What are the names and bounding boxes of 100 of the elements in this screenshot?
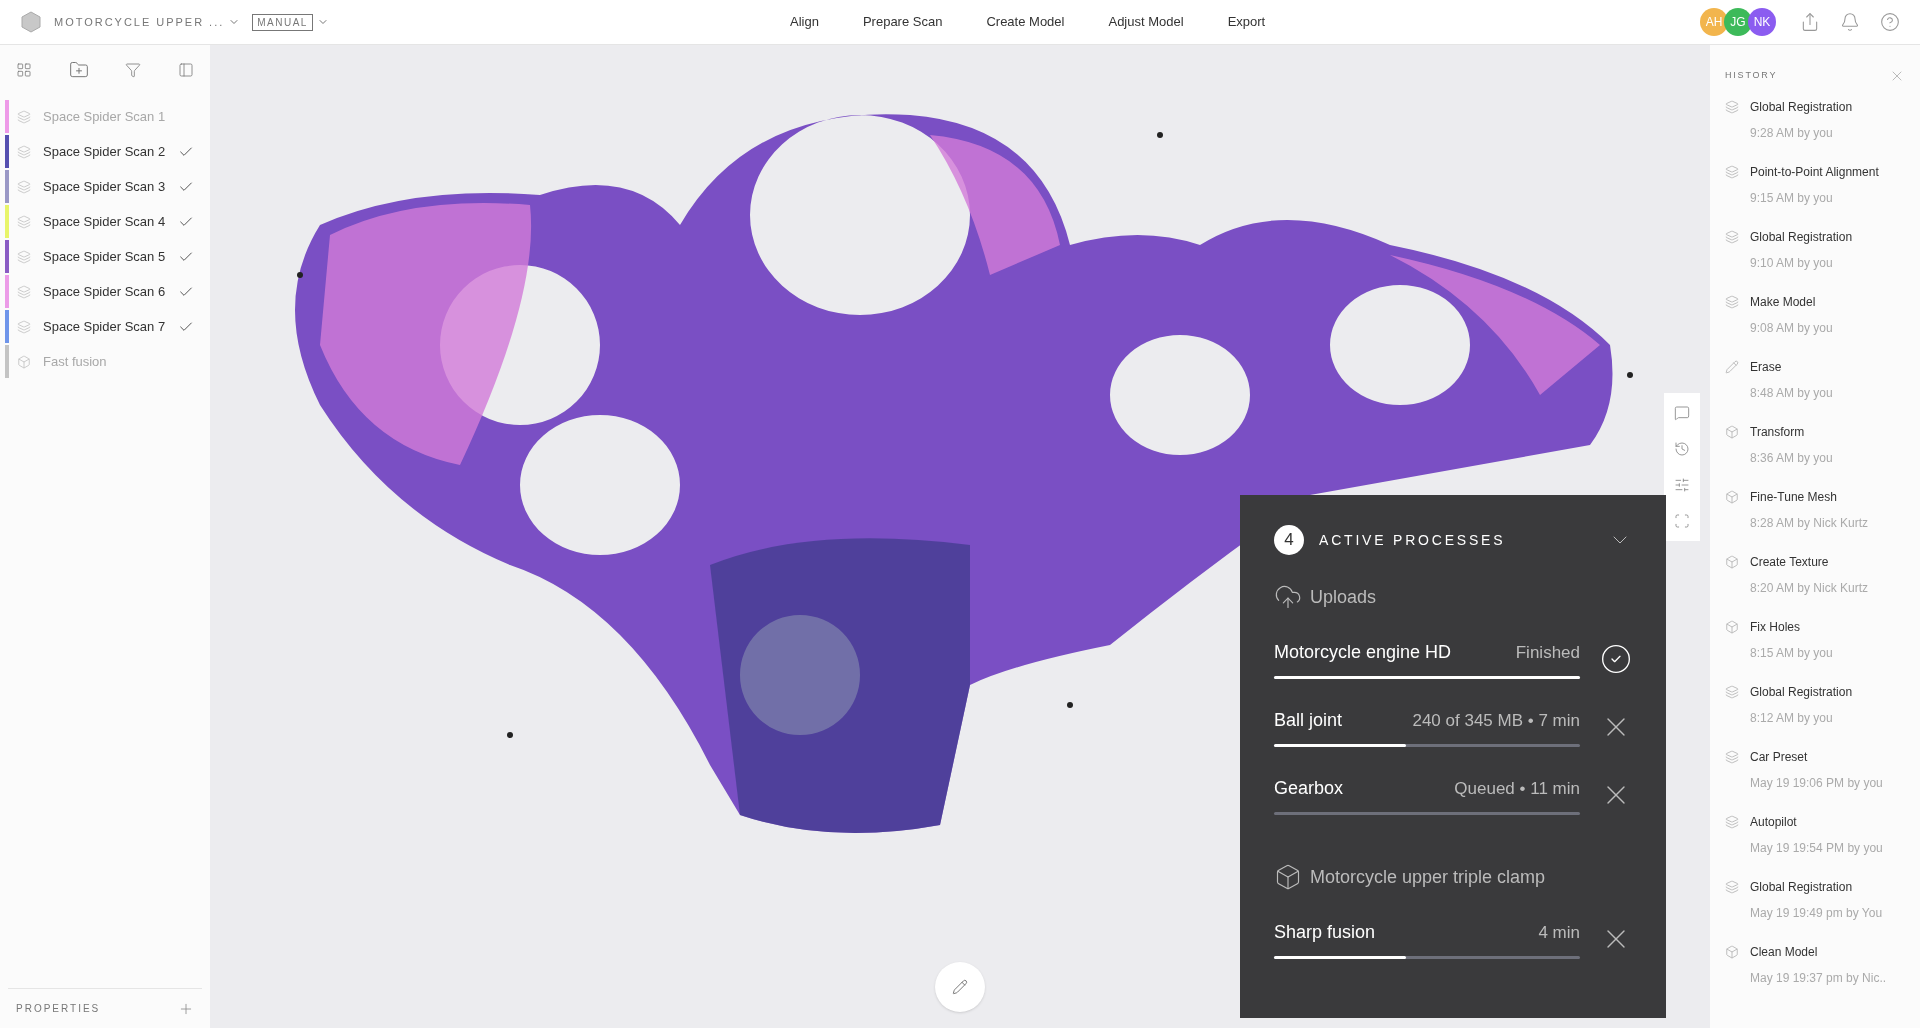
layers-icon: [1725, 750, 1739, 764]
history-meta: 8:12 AM by you: [1750, 710, 1834, 727]
history-item[interactable]: Global Registration 9:28 AM by you: [1725, 96, 1905, 161]
scan-name: Space Spider Scan 2: [43, 142, 167, 161]
scan-name: Space Spider Scan 4: [43, 212, 167, 231]
history-action: Erase: [1750, 359, 1783, 376]
grid-icon[interactable]: [16, 62, 32, 78]
history-meta: 8:36 AM by you: [1750, 450, 1833, 467]
history-item[interactable]: Autopilot May 19 19:54 PM by you: [1725, 811, 1905, 876]
history-item[interactable]: Create Texture 8:20 AM by Nick Kurtz: [1725, 551, 1905, 616]
scan-list-item[interactable]: Space Spider Scan 4: [0, 204, 210, 239]
history-meta: 9:08 AM by you: [1750, 320, 1833, 337]
cube-icon: [1725, 945, 1739, 959]
nav-link[interactable]: Create Model: [986, 12, 1065, 32]
process-name: Ball joint: [1274, 709, 1343, 732]
history-meta: May 19 19:06 PM by you: [1750, 775, 1883, 792]
process-name: Gearbox: [1274, 777, 1344, 800]
history-action: Make Model: [1750, 294, 1817, 311]
scan-list-item[interactable]: Space Spider Scan 2: [0, 134, 210, 169]
layers-icon: [17, 214, 31, 229]
edit-button[interactable]: [935, 962, 985, 1012]
scan-list-item[interactable]: Space Spider Scan 6: [0, 274, 210, 309]
history-meta: May 19 19:54 PM by you: [1750, 840, 1883, 857]
layers-icon: [17, 109, 31, 124]
history-item[interactable]: Transform 8:36 AM by you: [1725, 421, 1905, 486]
nav-link[interactable]: Align: [790, 12, 819, 32]
project-menu[interactable]: MOTORCYCLE UPPER ...: [54, 13, 241, 31]
filter-icon[interactable]: [125, 62, 142, 78]
cube-icon: [1274, 863, 1302, 891]
layers-icon: [1725, 880, 1739, 894]
layers-icon: [1725, 100, 1739, 114]
logo-icon: [20, 11, 42, 33]
user-avatar[interactable]: NK: [1748, 8, 1776, 36]
share-icon[interactable]: [1800, 12, 1820, 32]
history-meta: 8:48 AM by you: [1750, 385, 1833, 402]
process-status: Queued • 11 min: [1454, 778, 1580, 800]
history-meta: 8:15 AM by you: [1750, 645, 1833, 662]
focus-icon[interactable]: [1674, 513, 1690, 529]
layers-icon: [1725, 230, 1739, 244]
history-item[interactable]: Fix Holes 8:15 AM by you: [1725, 616, 1905, 681]
history-item[interactable]: Clean Model May 19 19:37 pm by Nic..: [1725, 941, 1905, 1006]
history-icon[interactable]: [1674, 441, 1690, 457]
history-item[interactable]: Car Preset May 19 19:06 PM by you: [1725, 746, 1905, 811]
help-icon[interactable]: [1880, 12, 1900, 32]
history-action: Fine-Tune Mesh: [1750, 489, 1838, 506]
cube-icon: [17, 354, 31, 369]
scan-name: Space Spider Scan 5: [43, 247, 167, 266]
history-action: Car Preset: [1750, 749, 1809, 766]
history-action: Global Registration: [1750, 684, 1853, 701]
folder-add-icon[interactable]: [68, 60, 89, 80]
layers-icon: [17, 284, 31, 299]
history-action: Point-to-Point Alignment: [1750, 164, 1879, 181]
scan-name: Fast fusion: [43, 352, 108, 371]
history-item[interactable]: Global Registration 8:12 AM by you: [1725, 681, 1905, 746]
process-status: 4 min: [1538, 922, 1580, 944]
sliders-icon[interactable]: [1674, 477, 1690, 493]
process-name: Motorcycle engine HD: [1274, 641, 1452, 664]
history-item[interactable]: Global Registration May 19 19:49 pm by You: [1725, 876, 1905, 941]
scan-list-item[interactable]: Space Spider Scan 5: [0, 239, 210, 274]
process-count-badge: 4: [1274, 525, 1304, 555]
history-action: Global Registration: [1750, 229, 1853, 246]
history-action: Fix Holes: [1750, 619, 1801, 636]
history-meta: May 19 19:37 pm by Nic..: [1750, 970, 1887, 987]
notifications-icon[interactable]: [1840, 12, 1860, 32]
layers-icon: [17, 179, 31, 194]
scan-name: Space Spider Scan 1: [43, 107, 167, 126]
history-item[interactable]: Make Model 9:08 AM by you: [1725, 291, 1905, 356]
scan-name: Space Spider Scan 7: [43, 317, 167, 336]
process-status: 240 of 345 MB • 7 min: [1412, 710, 1580, 732]
group-label: Motorcycle upper triple clamp: [1310, 865, 1546, 889]
history-meta: 9:10 AM by you: [1750, 255, 1834, 272]
nav-link[interactable]: Prepare Scan: [862, 12, 943, 32]
scan-list-item[interactable]: Space Spider Scan 7: [0, 309, 210, 344]
group-label: Uploads: [1310, 585, 1377, 609]
layers-icon: [17, 249, 31, 264]
nav-link[interactable]: Export: [1227, 12, 1266, 32]
history-item[interactable]: Fine-Tune Mesh 8:28 AM by Nick Kurtz: [1725, 486, 1905, 551]
history-action: Transform: [1750, 424, 1806, 441]
nav-link[interactable]: Adjust Model: [1108, 12, 1184, 32]
process-name: Sharp fusion: [1274, 921, 1376, 944]
layers-icon: [1725, 685, 1739, 699]
scan-list-item[interactable]: Space Spider Scan 3: [0, 169, 210, 204]
layers-icon: [1725, 815, 1739, 829]
comment-icon[interactable]: [1674, 405, 1690, 421]
history-item[interactable]: Point-to-Point Alignment 9:15 AM by you: [1725, 161, 1905, 226]
history-action: Global Registration: [1750, 99, 1853, 116]
scan-name: Space Spider Scan 6: [43, 282, 167, 301]
history-action: Clean Model: [1750, 944, 1819, 961]
panel-icon[interactable]: [177, 62, 194, 78]
layers-icon: [17, 144, 31, 159]
layers-icon: [17, 319, 31, 334]
panel-title: ACTIVE PROCESSES: [1319, 530, 1507, 550]
history-item[interactable]: Erase 8:48 AM by you: [1725, 356, 1905, 421]
history-meta: May 19 19:49 pm by You: [1750, 905, 1883, 922]
history-action: Create Texture: [1750, 554, 1830, 571]
history-action: Autopilot: [1750, 814, 1798, 831]
history-meta: 8:28 AM by Nick Kurtz: [1750, 515, 1869, 532]
history-item[interactable]: Global Registration 9:10 AM by you: [1725, 226, 1905, 291]
history-meta: 8:20 AM by Nick Kurtz: [1750, 580, 1869, 597]
history-meta: 9:15 AM by you: [1750, 190, 1834, 207]
